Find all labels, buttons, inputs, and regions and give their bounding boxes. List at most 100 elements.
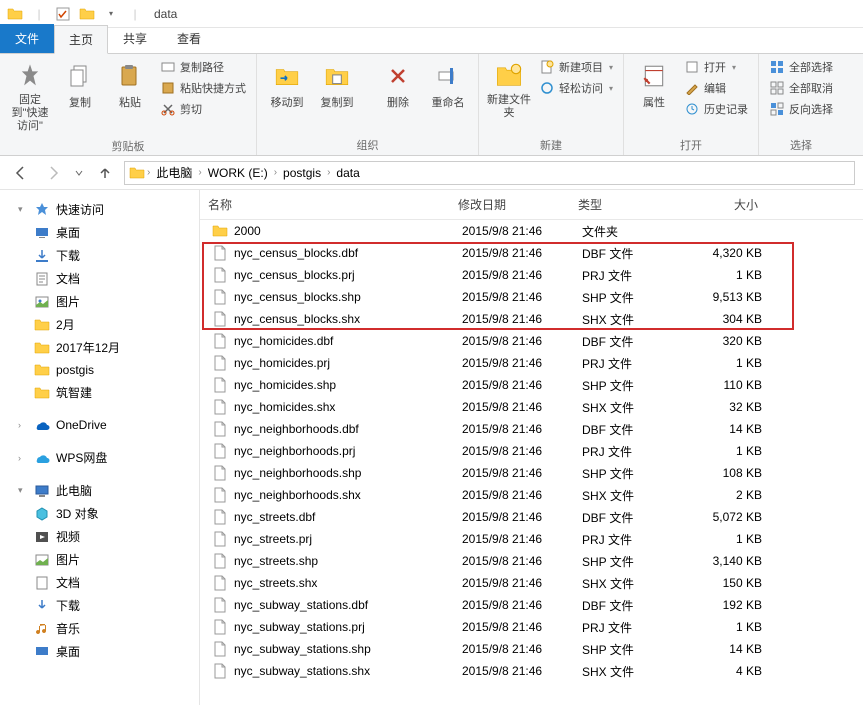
sidebar-item-dec2017[interactable]: 2017年12月 [0, 336, 199, 359]
nav-forward-button[interactable] [40, 160, 66, 186]
sidebar-item-zhuzhijian[interactable]: 筑智建 [0, 381, 199, 404]
sidebar-item-documents2[interactable]: 文档 [0, 571, 199, 594]
sidebar-label: 文档 [56, 270, 80, 287]
paste-button[interactable]: 粘贴 [106, 58, 154, 112]
sidebar: ▾快速访问 桌面 下载 文档 图片 2月 2017年12月 postgis 筑智… [0, 190, 200, 705]
qat-checkbox-icon[interactable] [52, 3, 74, 25]
file-row[interactable]: nyc_streets.dbf2015/9/8 21:46DBF 文件5,072… [200, 506, 863, 528]
file-row[interactable]: nyc_neighborhoods.shx2015/9/8 21:46SHX 文… [200, 484, 863, 506]
selectnone-button[interactable]: 全部取消 [765, 79, 837, 97]
file-row[interactable]: nyc_neighborhoods.prj2015/9/8 21:46PRJ 文… [200, 440, 863, 462]
crumb-drive[interactable]: WORK (E:) [204, 166, 272, 180]
crumb-postgis[interactable]: postgis [279, 166, 325, 180]
sidebar-item-desktop[interactable]: 桌面 [0, 221, 199, 244]
newfolder-button[interactable]: 新建文件夹 [485, 58, 533, 122]
breadcrumb[interactable]: › 此电脑 › WORK (E:) › postgis › data [124, 161, 855, 185]
edit-button[interactable]: 编辑 [680, 79, 752, 97]
file-row[interactable]: nyc_streets.shx2015/9/8 21:46SHX 文件150 K… [200, 572, 863, 594]
tab-home[interactable]: 主页 [54, 25, 108, 54]
sidebar-item-pictures2[interactable]: 图片 [0, 548, 199, 571]
file-row[interactable]: nyc_subway_stations.shp2015/9/8 21:46SHP… [200, 638, 863, 660]
col-date-header[interactable]: 修改日期 [458, 196, 578, 213]
3d-icon [34, 506, 50, 522]
file-date: 2015/9/8 21:46 [462, 510, 582, 524]
file-date: 2015/9/8 21:46 [462, 334, 582, 348]
file-row[interactable]: nyc_streets.prj2015/9/8 21:46PRJ 文件1 KB [200, 528, 863, 550]
chevron-right-icon[interactable]: › [272, 167, 279, 178]
col-type-header[interactable]: 类型 [578, 196, 688, 213]
file-row[interactable]: nyc_census_blocks.shp2015/9/8 21:46SHP 文… [200, 286, 863, 308]
nav-up-button[interactable] [92, 160, 118, 186]
copyto-button[interactable]: 复制到 [313, 58, 361, 112]
file-row[interactable]: nyc_homicides.prj2015/9/8 21:46PRJ 文件1 K… [200, 352, 863, 374]
downloads-icon [34, 598, 50, 614]
ribbon-group-clipboard: 固定到"快速访问" 复制 粘贴 复制路径 粘贴快捷方式 剪切 剪贴板 [0, 54, 257, 155]
selectall-button[interactable]: 全部选择 [765, 58, 837, 76]
sidebar-item-onedrive[interactable]: ›OneDrive [0, 414, 199, 436]
sidebar-item-downloads2[interactable]: 下载 [0, 594, 199, 617]
pasteshortcut-button[interactable]: 粘贴快捷方式 [156, 79, 250, 97]
newitem-button[interactable]: 新建项目▾ [535, 58, 617, 76]
qat-dropdown-icon[interactable]: ▾ [100, 3, 122, 25]
sidebar-item-quickaccess[interactable]: ▾快速访问 [0, 198, 199, 221]
file-row[interactable]: nyc_census_blocks.shx2015/9/8 21:46SHX 文… [200, 308, 863, 330]
copy-button[interactable]: 复制 [56, 58, 104, 112]
file-row[interactable]: nyc_neighborhoods.dbf2015/9/8 21:46DBF 文… [200, 418, 863, 440]
file-row[interactable]: nyc_homicides.shx2015/9/8 21:46SHX 文件32 … [200, 396, 863, 418]
tab-file[interactable]: 文件 [0, 24, 54, 53]
sidebar-item-music[interactable]: 音乐 [0, 617, 199, 640]
tab-share[interactable]: 共享 [108, 24, 162, 53]
open-button[interactable]: 打开▾ [680, 58, 752, 76]
sidebar-item-3dobjects[interactable]: 3D 对象 [0, 502, 199, 525]
crumb-thispc[interactable]: 此电脑 [152, 164, 196, 181]
file-type: SHX 文件 [582, 663, 692, 680]
history-button[interactable]: 历史记录 [680, 100, 752, 118]
file-row[interactable]: nyc_subway_stations.prj2015/9/8 21:46PRJ… [200, 616, 863, 638]
file-icon [212, 663, 228, 679]
col-size-header[interactable]: 大小 [688, 196, 778, 213]
file-row[interactable]: nyc_homicides.dbf2015/9/8 21:46DBF 文件320… [200, 330, 863, 352]
file-rows: 20002015/9/8 21:46文件夹nyc_census_blocks.d… [200, 220, 863, 682]
file-type: PRJ 文件 [582, 267, 692, 284]
file-type: DBF 文件 [582, 509, 692, 526]
invert-button[interactable]: 反向选择 [765, 100, 837, 118]
sidebar-item-postgis[interactable]: postgis [0, 359, 199, 381]
address-bar: › 此电脑 › WORK (E:) › postgis › data [0, 156, 863, 190]
ribbon-group-organize: 移动到 复制到 删除 重命名 组织 [257, 54, 479, 155]
sidebar-item-feb[interactable]: 2月 [0, 313, 199, 336]
file-row[interactable]: nyc_neighborhoods.shp2015/9/8 21:46SHP 文… [200, 462, 863, 484]
file-row[interactable]: 20002015/9/8 21:46文件夹 [200, 220, 863, 242]
crumb-data[interactable]: data [332, 166, 363, 180]
sidebar-item-wps[interactable]: ›WPS网盘 [0, 446, 199, 469]
file-row[interactable]: nyc_homicides.shp2015/9/8 21:46SHP 文件110… [200, 374, 863, 396]
sidebar-item-downloads[interactable]: 下载 [0, 244, 199, 267]
sidebar-item-documents[interactable]: 文档 [0, 267, 199, 290]
cut-button[interactable]: 剪切 [156, 100, 250, 118]
sidebar-item-videos[interactable]: 视频 [0, 525, 199, 548]
file-row[interactable]: nyc_census_blocks.dbf2015/9/8 21:46DBF 文… [200, 242, 863, 264]
file-row[interactable]: nyc_census_blocks.prj2015/9/8 21:46PRJ 文… [200, 264, 863, 286]
col-name-header[interactable]: 名称 [208, 196, 458, 213]
copypath-button[interactable]: 复制路径 [156, 58, 250, 76]
pin-button[interactable]: 固定到"快速访问" [6, 58, 54, 136]
file-size: 108 KB [692, 466, 782, 480]
sidebar-item-pictures[interactable]: 图片 [0, 290, 199, 313]
nav-back-button[interactable] [8, 160, 34, 186]
file-row[interactable]: nyc_subway_stations.dbf2015/9/8 21:46DBF… [200, 594, 863, 616]
file-size: 32 KB [692, 400, 782, 414]
easyaccess-button[interactable]: 轻松访问▾ [535, 79, 617, 97]
file-row[interactable]: nyc_streets.shp2015/9/8 21:46SHP 文件3,140… [200, 550, 863, 572]
properties-button[interactable]: 属性 [630, 58, 678, 112]
rename-button[interactable]: 重命名 [424, 58, 472, 112]
file-icon [212, 421, 228, 437]
delete-button[interactable]: 删除 [374, 58, 422, 112]
nav-recent-dropdown[interactable] [72, 160, 86, 186]
sidebar-item-desktop2[interactable]: 桌面 [0, 640, 199, 663]
sidebar-item-thispc[interactable]: ▾此电脑 [0, 479, 199, 502]
chevron-right-icon[interactable]: › [325, 167, 332, 178]
tab-view[interactable]: 查看 [162, 24, 216, 53]
file-row[interactable]: nyc_subway_stations.shx2015/9/8 21:46SHX… [200, 660, 863, 682]
chevron-right-icon[interactable]: › [145, 167, 152, 178]
moveto-button[interactable]: 移动到 [263, 58, 311, 112]
chevron-right-icon[interactable]: › [196, 167, 203, 178]
